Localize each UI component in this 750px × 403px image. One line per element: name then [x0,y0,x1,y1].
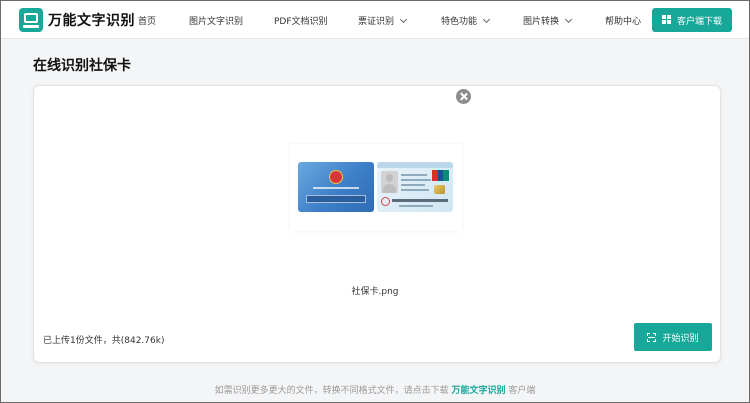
footer-hint-suffix: 客户端 [508,386,536,396]
top-nav-bar: 万能文字识别 首页 图片文字识别 PDF文档识别 票证识别 特色功能 图片转换 … [1,1,749,39]
nav-home[interactable]: 首页 [138,14,156,27]
windows-icon [661,15,672,25]
nav-image-convert[interactable]: 图片转换 [523,14,573,27]
chevron-down-icon [564,15,573,23]
nav-convert-label: 图片转换 [523,17,560,27]
footer-download-hint: 如需识别更多更大的文件，转换不同格式文件，请点击下载 万能文字识别 客户端 [1,383,749,396]
nav-help-label: 帮助中心 [605,17,642,27]
nav-special-label: 特色功能 [441,17,478,27]
scan-icon [647,332,657,342]
nav-special-features[interactable]: 特色功能 [441,14,491,27]
remove-file-icon[interactable] [456,89,471,104]
nav-ticket-label: 票证识别 [358,17,395,27]
chip-icon [434,185,445,194]
brand-name[interactable]: 万能文字识别 [48,10,135,30]
logo-icon[interactable] [19,8,43,32]
nav-ticket-recognition[interactable]: 票证识别 [358,14,408,27]
unionpay-logo-icon [432,170,450,181]
footer-brand-link[interactable]: 万能文字识别 [451,386,505,396]
nav-pdf-label: PDF文档识别 [274,17,328,27]
start-recognition-label: 开始识别 [662,333,699,344]
nav-image-text-recognition[interactable]: 图片文字识别 [189,14,243,27]
nav-home-label: 首页 [138,17,157,27]
page-title: 在线识别社保卡 [33,58,131,74]
upload-status-text: 已上传1份文件，共(842.76k) [43,336,165,346]
nav-image-text-label: 图片文字识别 [189,17,244,27]
client-download-button[interactable]: 客户端下载 [652,8,732,32]
chevron-down-icon [399,15,408,23]
chevron-down-icon [482,15,491,23]
uploaded-file-name: 社保卡.png [351,287,399,297]
nav-pdf-recognition[interactable]: PDF文档识别 [274,14,328,27]
file-preview-thumbnail[interactable] [290,144,462,231]
footer-hint-text: 如需识别更多更大的文件，转换不同格式文件，请点击下载 [214,386,449,396]
social-security-card-back-image [377,162,453,212]
social-security-card-front-image [298,162,374,212]
client-download-label: 客户端下载 [676,16,722,27]
start-recognition-button[interactable]: 开始识别 [634,323,712,351]
nav-help-center[interactable]: 帮助中心 [605,14,641,27]
